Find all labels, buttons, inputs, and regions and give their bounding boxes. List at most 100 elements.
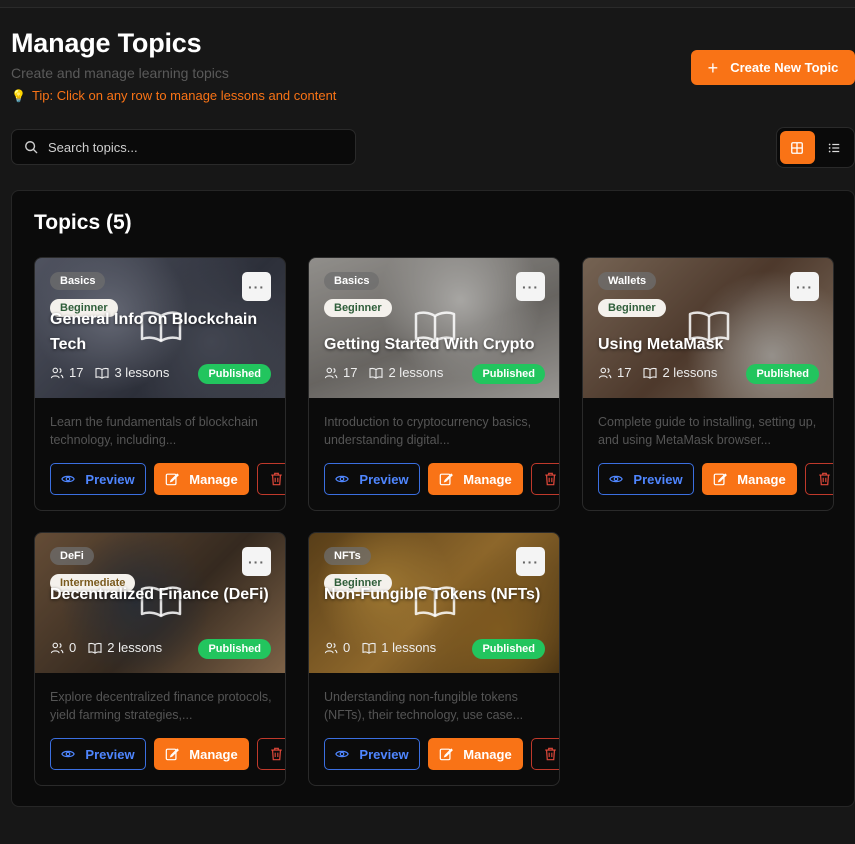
level-badge: Beginner: [598, 299, 666, 317]
more-options-button[interactable]: ···: [242, 547, 271, 576]
preview-label: Preview: [85, 471, 135, 487]
student-count: 17: [69, 365, 84, 380]
manage-button[interactable]: Manage: [428, 738, 523, 770]
preview-button[interactable]: Preview: [50, 738, 146, 770]
lessons-book-icon: [362, 642, 376, 654]
student-count: 0: [343, 640, 351, 655]
preview-button[interactable]: Preview: [50, 463, 146, 495]
topic-card[interactable]: NFTs Beginner ··· Non-Fungible Tokens (N…: [308, 532, 560, 786]
topic-meta: 0 1 lessons: [324, 640, 448, 655]
edit-icon: [713, 473, 728, 486]
topic-card[interactable]: Wallets Beginner ··· Using MetaMask 17 2…: [582, 257, 834, 511]
category-badge: Wallets: [598, 272, 657, 290]
preview-label: Preview: [633, 471, 683, 487]
status-badge: Published: [472, 639, 545, 659]
lesson-count: 1 lessons: [381, 640, 437, 655]
grid-view-button[interactable]: [780, 131, 815, 164]
manage-button[interactable]: Manage: [428, 463, 523, 495]
eye-icon: [609, 475, 624, 483]
users-icon: [598, 367, 612, 378]
eye-icon: [61, 475, 76, 483]
topic-title: Non-Fungible Tokens (NFTs): [324, 586, 541, 603]
edit-icon: [165, 748, 180, 761]
edit-icon: [439, 748, 454, 761]
category-badge: Basics: [50, 272, 106, 290]
edit-icon: [439, 473, 454, 486]
topic-card[interactable]: DeFi Intermediate ··· Decentralized Fina…: [34, 532, 286, 786]
more-options-button[interactable]: ···: [516, 547, 545, 576]
student-count: 17: [343, 365, 358, 380]
manage-label: Manage: [189, 746, 238, 762]
tip-text: 💡 Tip: Click on any row to manage lesson…: [11, 88, 336, 103]
topic-description: Understanding non-fungible tokens (NFTs)…: [324, 690, 524, 722]
delete-button[interactable]: [531, 463, 559, 495]
lessons-book-icon: [95, 367, 110, 379]
topic-description: Introduction to cryptocurrency basics, u…: [324, 415, 532, 447]
level-badge: Beginner: [324, 299, 392, 317]
lesson-count: 2 lessons: [107, 640, 163, 655]
card-actions: Preview Manage: [324, 463, 559, 495]
preview-label: Preview: [359, 746, 409, 762]
list-icon: [828, 143, 839, 152]
delete-button[interactable]: [257, 463, 285, 495]
category-badge: NFTs: [324, 547, 371, 565]
lesson-count: 2 lessons: [388, 365, 444, 380]
delete-button[interactable]: [805, 463, 833, 495]
topic-description: Complete guide to installing, setting up…: [598, 415, 817, 447]
create-topic-button[interactable]: + Create New Topic: [691, 50, 855, 85]
view-toggle: [776, 127, 855, 168]
card-actions: Preview Manage: [598, 463, 833, 495]
trash-icon: [270, 747, 282, 761]
search-input[interactable]: [48, 139, 338, 155]
status-badge: Published: [472, 364, 545, 384]
more-options-button[interactable]: ···: [790, 272, 819, 301]
manage-label: Manage: [189, 471, 238, 487]
users-icon: [324, 642, 338, 653]
trash-icon: [818, 472, 830, 486]
delete-button[interactable]: [257, 738, 285, 770]
topic-card[interactable]: Basics Beginner ··· General Info on Bloc…: [34, 257, 286, 511]
page-title: Manage Topics: [11, 28, 202, 58]
delete-button[interactable]: [531, 738, 559, 770]
status-badge: Published: [198, 639, 271, 659]
preview-label: Preview: [359, 471, 409, 487]
topic-card[interactable]: Basics Beginner ··· Getting Started With…: [308, 257, 560, 511]
topic-description: Learn the fundamentals of blockchain tec…: [50, 415, 258, 447]
list-view-button[interactable]: [817, 131, 852, 164]
users-icon: [50, 642, 64, 653]
grid-icon: [791, 141, 804, 154]
eye-icon: [335, 475, 350, 483]
card-actions: Preview Manage: [50, 463, 285, 495]
topics-heading: Topics (5): [34, 211, 132, 234]
card-actions: Preview Manage: [324, 738, 559, 770]
topic-description: Explore decentralized finance protocols,…: [50, 690, 272, 722]
trash-icon: [544, 747, 556, 761]
trash-icon: [544, 472, 556, 486]
lesson-count: 2 lessons: [662, 365, 718, 380]
search-bar: [11, 129, 356, 165]
topics-panel: Topics (5) Basics Beginner ··· General I…: [11, 190, 855, 807]
users-icon: [324, 367, 338, 378]
trash-icon: [270, 472, 282, 486]
page-subtitle: Create and manage learning topics: [11, 65, 229, 81]
category-badge: Basics: [324, 272, 380, 290]
manage-label: Manage: [463, 746, 512, 762]
top-bar: [0, 0, 855, 8]
preview-button[interactable]: Preview: [324, 463, 420, 495]
topic-title: Decentralized Finance (DeFi): [50, 586, 269, 603]
eye-icon: [61, 750, 76, 758]
search-icon: [25, 141, 38, 154]
eye-icon: [335, 750, 350, 758]
plus-icon: +: [707, 57, 719, 78]
preview-button[interactable]: Preview: [324, 738, 420, 770]
more-options-button[interactable]: ···: [516, 272, 545, 301]
student-count: 17: [617, 365, 632, 380]
lessons-book-icon: [369, 367, 384, 379]
preview-button[interactable]: Preview: [598, 463, 694, 495]
manage-button[interactable]: Manage: [154, 463, 249, 495]
manage-button[interactable]: Manage: [154, 738, 249, 770]
manage-button[interactable]: Manage: [702, 463, 797, 495]
lessons-book-icon: [88, 642, 102, 654]
topic-title: Using MetaMask: [598, 336, 724, 353]
more-options-button[interactable]: ···: [242, 272, 271, 301]
